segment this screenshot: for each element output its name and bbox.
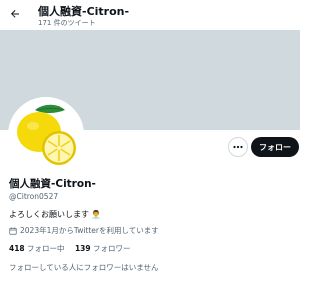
arrow-left-icon <box>11 10 19 18</box>
followers-count: 139 <box>74 244 91 253</box>
join-date-text: 2023年1月からTwitterを利用しています <box>20 226 159 235</box>
profile-bio: よろしくお願いします 👨‍💼 <box>9 209 101 220</box>
top-bar: 個人融資-Citron- 171 件のツイート <box>0 0 300 30</box>
followers-link[interactable]: 139 フォロワー <box>75 244 131 253</box>
tweet-count: 171 件のツイート <box>38 19 96 27</box>
join-date: 2023年1月からTwitterを利用しています <box>9 225 159 236</box>
lemon-avatar-image <box>11 100 81 170</box>
back-button[interactable] <box>6 5 24 23</box>
more-horizontal-icon <box>233 145 243 149</box>
bio-emoji: 👨‍💼 <box>91 210 101 219</box>
following-count: 418 <box>9 244 25 253</box>
calendar-icon <box>9 227 17 235</box>
follow-stats: 418 フォロー中 139 フォロワー <box>9 243 138 254</box>
more-options-button[interactable] <box>228 137 248 157</box>
page-title: 個人融資-Citron- <box>38 5 130 18</box>
followers-you-know-note: フォローしている人にフォロワーはいません <box>9 263 159 272</box>
profile-display-name: 個人融資-Citron- <box>9 178 96 190</box>
follow-button[interactable]: フォロー <box>251 137 299 157</box>
following-label: フォロー中 <box>27 244 65 253</box>
following-link[interactable]: 418 フォロー中 <box>9 244 65 253</box>
followers-label: フォロワー <box>92 244 131 253</box>
avatar[interactable] <box>8 97 84 173</box>
bio-text: よろしくお願いします <box>9 210 89 219</box>
profile-handle: @Citron0527 <box>9 192 59 201</box>
